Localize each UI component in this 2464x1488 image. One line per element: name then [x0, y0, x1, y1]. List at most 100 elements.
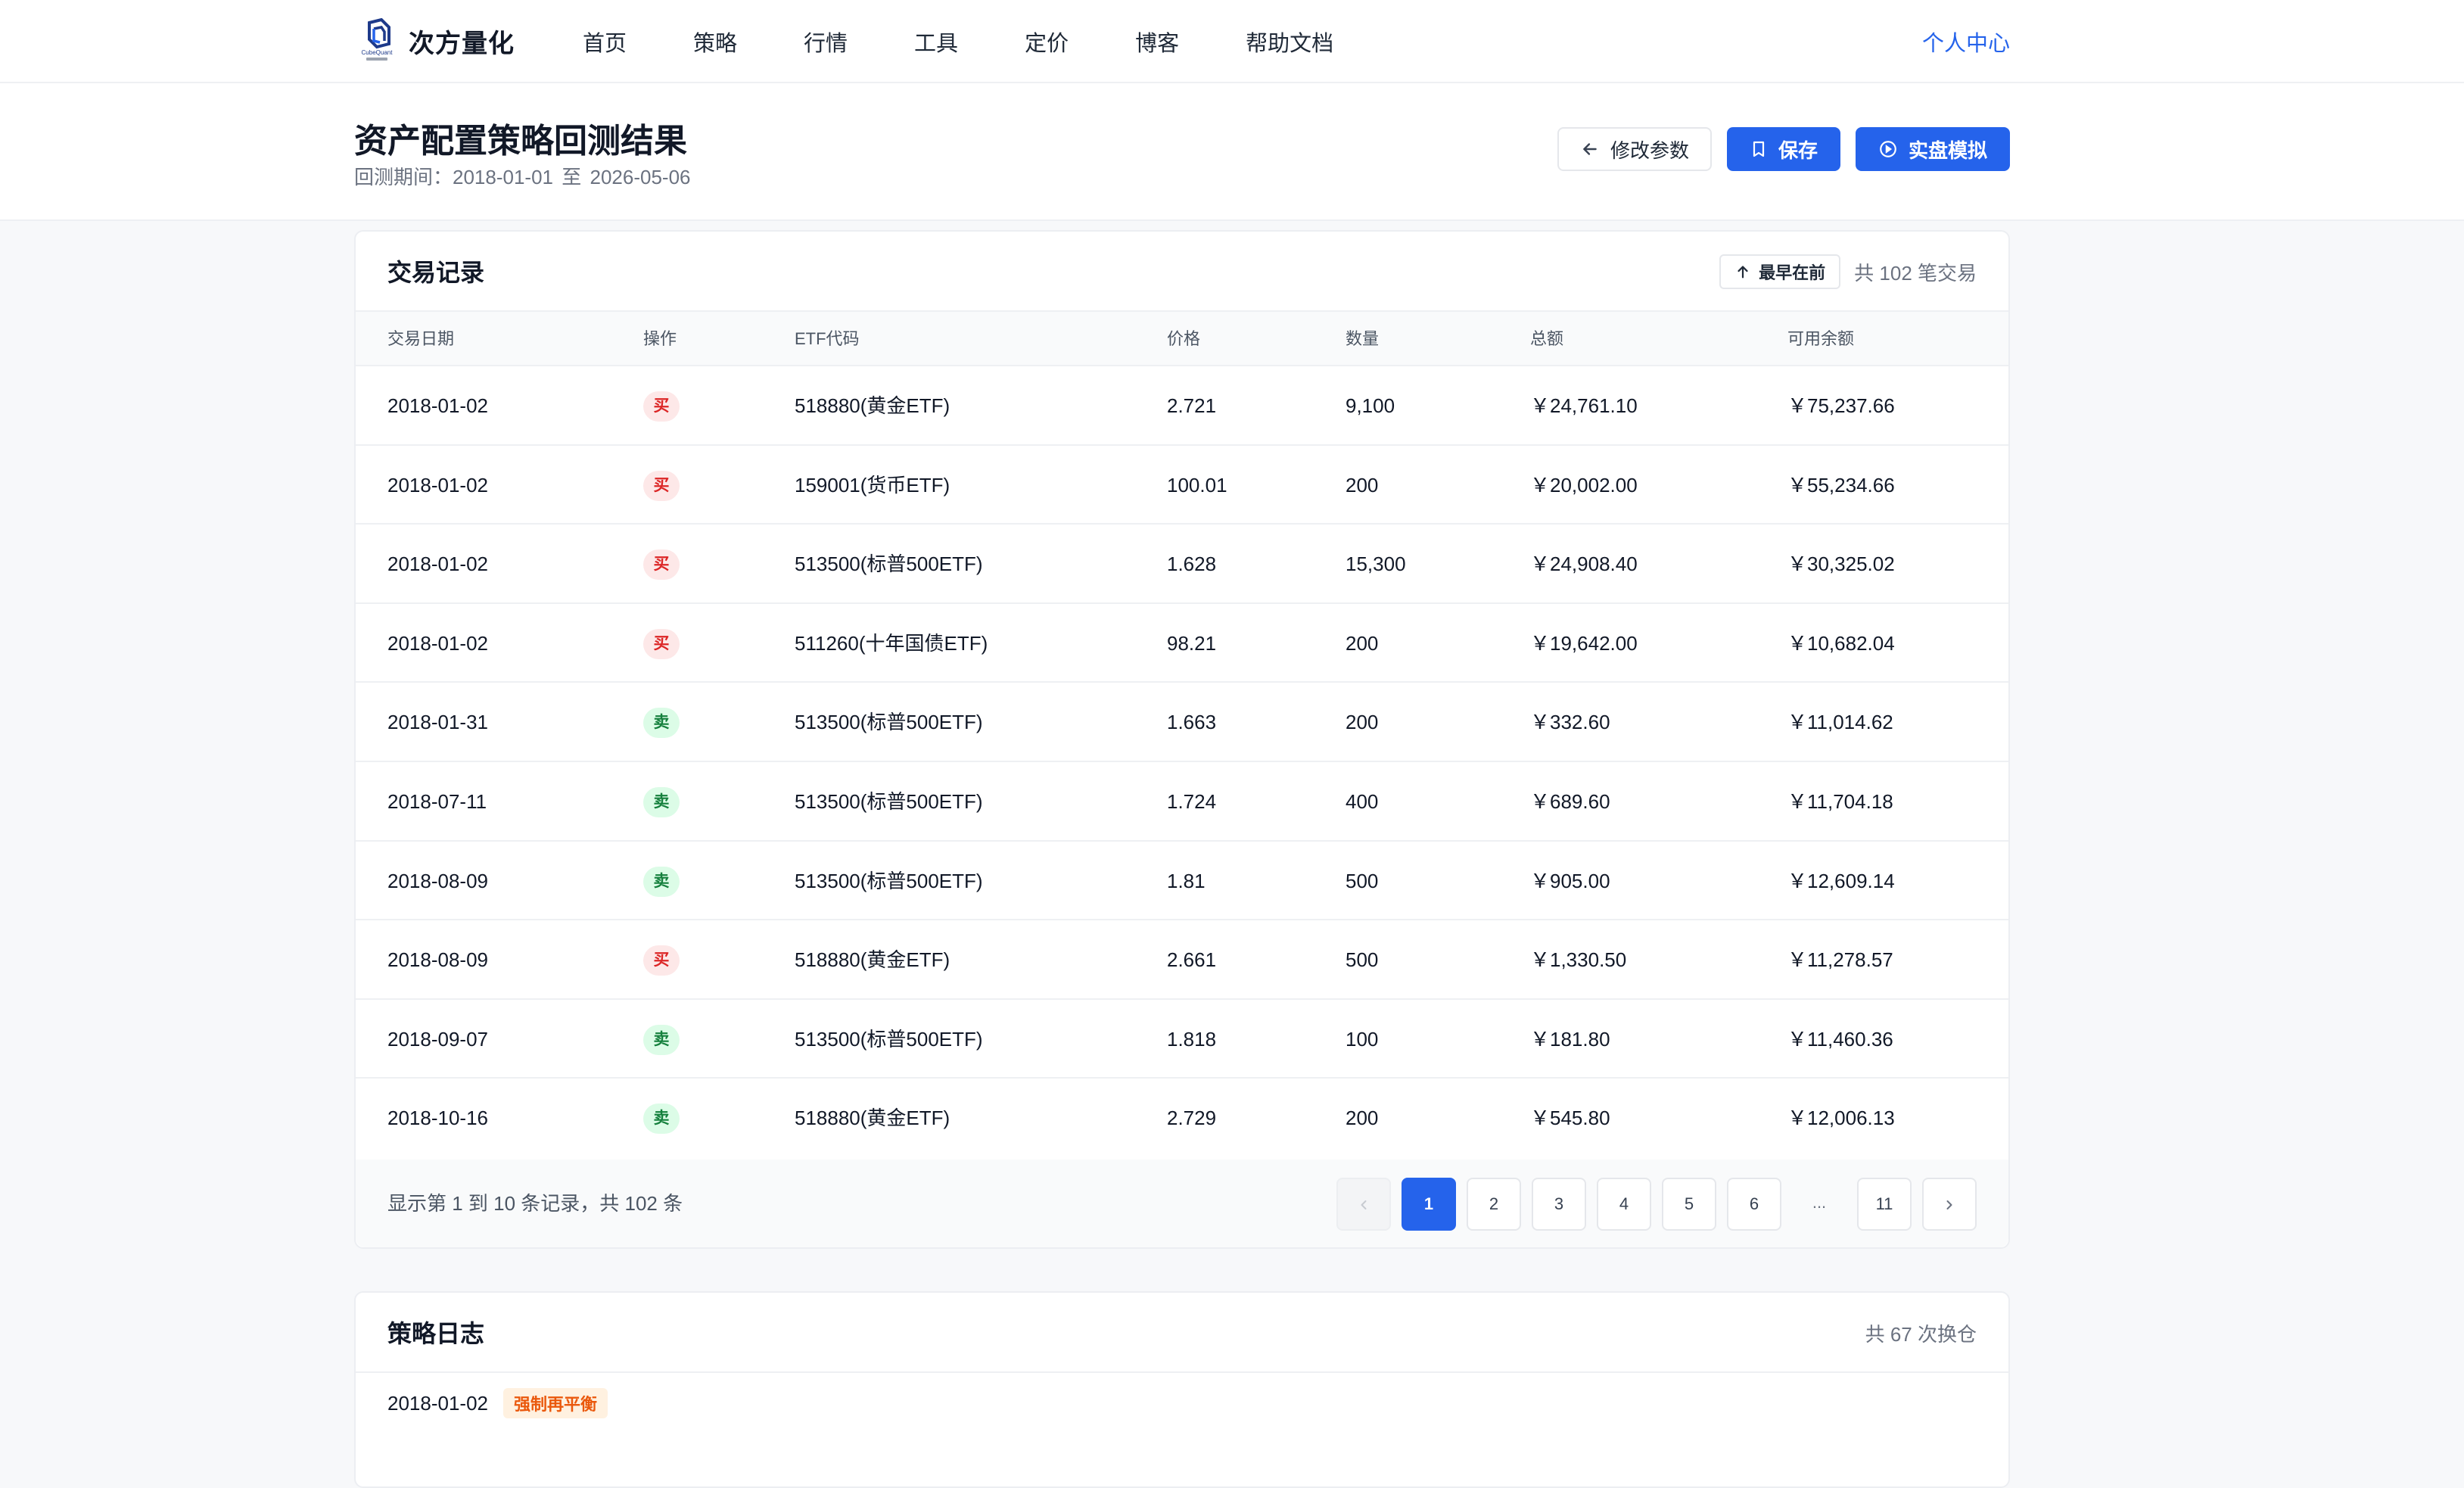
period-end: 2026-05-06 — [590, 166, 691, 188]
cell-qty: 200 — [1346, 1107, 1379, 1130]
nav-item-home[interactable]: 首页 — [583, 26, 627, 58]
save-button[interactable]: 保存 — [1726, 127, 1840, 171]
page-button-6[interactable]: 6 — [1727, 1178, 1781, 1231]
cell-qty: 200 — [1346, 711, 1379, 734]
cell-balance: ￥12,006.13 — [1787, 1107, 1895, 1130]
next-page-button[interactable] — [1922, 1178, 1977, 1231]
op-badge: 卖 — [643, 708, 680, 739]
cell-date: 2018-01-02 — [387, 473, 488, 497]
table-header: 交易日期 操作 ETF代码 价格 数量 总额 可用余额 — [356, 312, 2008, 366]
table-row: 2018-08-09 卖 513500(标普500ETF) 1.81 500 ￥… — [356, 842, 2008, 921]
cell-amount: ￥20,002.00 — [1530, 473, 1638, 497]
nav-item-market[interactable]: 行情 — [804, 26, 848, 58]
save-label: 保存 — [1778, 139, 1818, 162]
trades-total: 共 102 笔交易 — [1854, 261, 1977, 285]
table-row: 2018-01-02 买 159001(货币ETF) 100.01 200 ￥2… — [356, 446, 2008, 525]
cell-amount: ￥689.60 — [1530, 789, 1610, 813]
cell-etf: 513500(标普500ETF) — [795, 869, 983, 892]
col-header-balance[interactable]: 可用余额 — [1787, 312, 1854, 366]
brand[interactable]: CubeQuant 次方量化 — [356, 17, 515, 65]
table-row: 2018-08-09 买 518880(黄金ETF) 2.661 500 ￥1,… — [356, 920, 2008, 1000]
trades-card: 交易记录 最早在前 共 102 笔交易 交易日期 操作 ETF代码 价格 数量 … — [354, 230, 2010, 1249]
page-button-2[interactable]: 2 — [1467, 1178, 1521, 1231]
op-badge: 卖 — [643, 866, 680, 897]
cell-amount: ￥1,330.50 — [1530, 948, 1627, 972]
log-title: 策略日志 — [387, 1320, 485, 1347]
cell-amount: ￥19,642.00 — [1530, 631, 1638, 655]
table-row: 2018-01-02 买 511260(十年国债ETF) 98.21 200 ￥… — [356, 604, 2008, 683]
period-label: 回测期间： — [354, 166, 453, 188]
page-button-3[interactable]: 3 — [1532, 1178, 1586, 1231]
cell-date: 2018-09-07 — [387, 1027, 488, 1051]
log-entry[interactable]: 2018-01-02 强制再平衡 — [387, 1388, 608, 1418]
col-header-amount[interactable]: 总额 — [1530, 312, 1563, 366]
table-row: 2018-07-11 卖 513500(标普500ETF) 1.724 400 … — [356, 762, 2008, 842]
table-row: 2018-09-07 卖 513500(标普500ETF) 1.818 100 … — [356, 1000, 2008, 1079]
cell-balance: ￥75,237.66 — [1787, 394, 1895, 417]
col-header-date[interactable]: 交易日期 — [387, 312, 454, 366]
cell-amount: ￥24,908.40 — [1530, 553, 1638, 576]
sort-order-label: 最早在前 — [1759, 263, 1826, 282]
page-button-4[interactable]: 4 — [1597, 1178, 1651, 1231]
cell-date: 2018-08-09 — [387, 948, 488, 972]
trades-header-right: 最早在前 共 102 笔交易 — [1719, 232, 1977, 312]
cell-price: 1.628 — [1167, 553, 1217, 576]
table-body: 2018-01-02 买 518880(黄金ETF) 2.721 9,100 ￥… — [356, 366, 2008, 1158]
page-button-1[interactable]: 1 — [1402, 1178, 1456, 1231]
cell-etf: 513500(标普500ETF) — [795, 553, 983, 576]
page-ellipsis: ... — [1812, 1193, 1827, 1212]
col-header-qty[interactable]: 数量 — [1346, 312, 1379, 366]
prev-page-button[interactable] — [1336, 1178, 1391, 1231]
cell-balance: ￥10,682.04 — [1787, 631, 1895, 655]
cell-date: 2018-01-31 — [387, 711, 488, 734]
sort-order-button[interactable]: 最早在前 — [1719, 254, 1841, 289]
cell-date: 2018-07-11 — [387, 789, 487, 813]
cell-price: 100.01 — [1167, 473, 1227, 497]
table-row: 2018-10-16 卖 518880(黄金ETF) 2.729 200 ￥54… — [356, 1079, 2008, 1158]
page-button-5[interactable]: 5 — [1662, 1178, 1716, 1231]
cell-etf: 513500(标普500ETF) — [795, 789, 983, 813]
page-title: 资产配置策略回测结果 — [354, 123, 687, 160]
pagination: 1 2 3 4 5 6 ... 11 — [1326, 1178, 1977, 1231]
live-simulation-button[interactable]: 实盘模拟 — [1855, 127, 2010, 171]
brand-name: 次方量化 — [409, 29, 515, 58]
cell-price: 98.21 — [1167, 631, 1217, 655]
nav-item-docs[interactable]: 帮助文档 — [1246, 26, 1333, 58]
user-center-link[interactable]: 个人中心 — [1922, 26, 2010, 58]
table-row: 2018-01-31 卖 513500(标普500ETF) 1.663 200 … — [356, 683, 2008, 762]
cell-price: 1.81 — [1167, 869, 1206, 892]
cell-amount: ￥905.00 — [1530, 869, 1610, 892]
op-badge: 买 — [643, 470, 680, 501]
nav-item-blog[interactable]: 博客 — [1135, 26, 1179, 58]
col-header-etf[interactable]: ETF代码 — [795, 312, 860, 366]
bookmark-icon — [1753, 141, 1765, 157]
header-actions: 修改参数 保存 实盘模拟 — [1542, 127, 2010, 171]
trades-card-header: 交易记录 最早在前 共 102 笔交易 — [356, 232, 2008, 312]
log-header-right: 共 67 次换仓 — [1865, 1293, 1977, 1373]
table-row: 2018-01-02 买 513500(标普500ETF) 1.628 15,3… — [356, 525, 2008, 604]
edit-params-button[interactable]: 修改参数 — [1557, 127, 1712, 171]
log-card-header: 策略日志 共 67 次换仓 — [356, 1293, 2008, 1373]
cell-qty: 500 — [1346, 869, 1379, 892]
pagination-footer: 显示第 1 到 10 条记录，共 102 条 1 2 3 4 5 6 ... 1… — [356, 1160, 2008, 1247]
main-nav: 首页 策略 行情 工具 定价 博客 帮助文档 — [583, 23, 1333, 61]
cell-balance: ￥30,325.02 — [1787, 553, 1895, 576]
cell-etf: 511260(十年国债ETF) — [795, 631, 988, 655]
op-badge: 卖 — [643, 786, 680, 817]
op-badge: 买 — [643, 391, 680, 422]
col-header-op[interactable]: 操作 — [643, 312, 677, 366]
nav-item-pricing[interactable]: 定价 — [1025, 26, 1069, 58]
op-badge: 买 — [643, 628, 680, 659]
cell-balance: ￥11,460.36 — [1787, 1027, 1893, 1051]
nav-item-strategy[interactable]: 策略 — [693, 26, 737, 58]
cell-price: 2.729 — [1167, 1107, 1217, 1130]
cell-balance: ￥11,278.57 — [1787, 948, 1893, 972]
cell-date: 2018-10-16 — [387, 1107, 488, 1130]
cell-qty: 200 — [1346, 473, 1379, 497]
page-button-11[interactable]: 11 — [1857, 1178, 1912, 1231]
nav-item-tools[interactable]: 工具 — [914, 26, 958, 58]
op-badge: 卖 — [643, 1104, 680, 1135]
play-circle-icon — [1880, 141, 1896, 157]
arrow-up-icon — [1738, 266, 1748, 279]
col-header-price[interactable]: 价格 — [1167, 312, 1200, 366]
